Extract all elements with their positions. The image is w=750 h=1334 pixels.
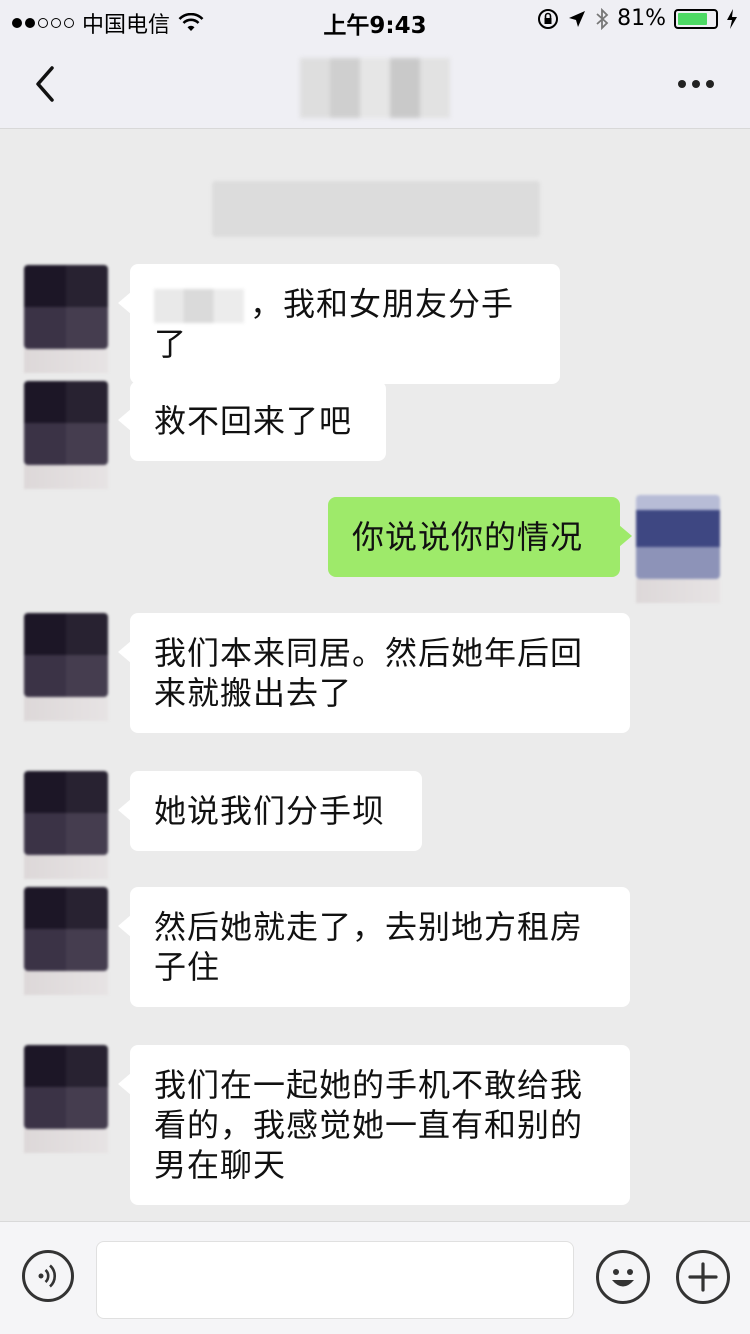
input-toolbar: [0, 1221, 750, 1334]
contact-avatar[interactable]: [24, 381, 108, 489]
contact-name-redacted: [300, 58, 450, 118]
more-dots-icon: [678, 80, 686, 88]
incoming-message-bubble[interactable]: 我们本来同居。然后她年后回来就搬出去了: [118, 613, 630, 733]
self-avatar[interactable]: [636, 495, 720, 603]
outgoing-message-bubble[interactable]: 你说说你的情况: [328, 497, 632, 577]
contact-avatar[interactable]: [24, 613, 108, 721]
more-options-button[interactable]: [678, 80, 714, 88]
incoming-message-bubble[interactable]: 然后她就走了，去别地方租房子住: [118, 887, 630, 1007]
battery-icon: [674, 8, 718, 29]
message-text: 我们在一起她的手机不敢给我看的，我感觉她一直有和别的男在聊天: [154, 1066, 584, 1184]
orientation-lock-icon: [538, 8, 559, 29]
incoming-message-bubble[interactable]: 她说我们分手坝: [118, 771, 422, 851]
charging-icon: [727, 8, 737, 29]
incoming-message-bubble[interactable]: ，我和女朋友分手了: [118, 264, 560, 384]
location-arrow-icon: [569, 10, 586, 27]
message-text: 她说我们分手坝: [154, 792, 386, 830]
plus-icon: [688, 1262, 718, 1292]
status-bar: 中国电信 上午9:43 81%: [0, 0, 750, 40]
emoji-icon: [612, 1269, 634, 1287]
message-text: 我们本来同居。然后她年后回来就搬出去了: [154, 634, 584, 712]
back-button[interactable]: [30, 62, 60, 106]
message-timestamp: [212, 181, 540, 237]
battery-fill: [678, 12, 708, 25]
clipped-system-notice: [90, 129, 650, 137]
contact-avatar[interactable]: [24, 1045, 108, 1153]
voice-button[interactable]: [22, 1250, 74, 1302]
message-input[interactable]: [96, 1241, 574, 1319]
status-right: 81%: [537, 6, 738, 31]
message-text: 救不回来了吧: [154, 402, 353, 440]
nav-bar: [0, 40, 750, 129]
voice-icon: [38, 1264, 57, 1288]
chat-screen: 中国电信 上午9:43 81% ，我和女朋友分手了 救不回来了吧 你说说你的情况…: [0, 0, 750, 1334]
contact-avatar[interactable]: [24, 771, 108, 879]
contact-avatar[interactable]: [24, 265, 108, 373]
battery-percent: 81%: [617, 6, 666, 31]
incoming-message-bubble[interactable]: 救不回来了吧: [118, 381, 386, 461]
emoji-button[interactable]: [596, 1250, 650, 1304]
message-list[interactable]: ，我和女朋友分手了 救不回来了吧 你说说你的情况 我们本来同居。然后她年后回来就…: [0, 129, 750, 1220]
bluetooth-icon: [596, 7, 609, 30]
contact-avatar[interactable]: [24, 887, 108, 995]
add-button[interactable]: [676, 1250, 730, 1304]
redacted-mosaic: [154, 289, 244, 323]
message-text: 然后她就走了，去别地方租房子住: [154, 908, 584, 986]
incoming-message-bubble[interactable]: 我们在一起她的手机不敢给我看的，我感觉她一直有和别的男在聊天: [118, 1045, 630, 1205]
message-text: 你说说你的情况: [352, 518, 584, 556]
